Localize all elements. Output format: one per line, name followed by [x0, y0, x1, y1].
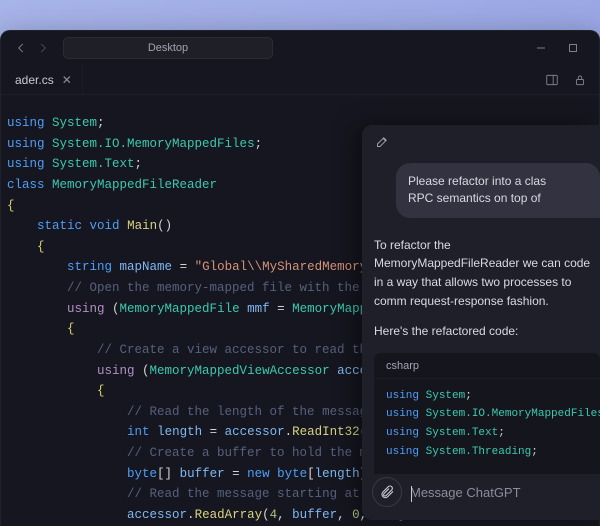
assistant-code-block: csharp using System; using System.IO.Mem… [374, 353, 600, 474]
attach-button[interactable] [372, 477, 402, 507]
text-caret [411, 486, 412, 502]
paperclip-icon [379, 484, 395, 500]
user-message-text: Please refactor into a clas RPC semantic… [408, 174, 546, 205]
assistant-message-1: To refactor the MemoryMappedFileReader w… [374, 236, 600, 310]
tab-active[interactable]: ader.cs ✕ [1, 65, 83, 94]
minimize-icon [535, 42, 547, 54]
lock-icon [573, 73, 587, 87]
lock-button[interactable] [569, 69, 591, 91]
window-minimize-button[interactable] [525, 36, 557, 60]
assistant-message-2: Here's the refactored code: [374, 322, 600, 341]
chat-body: Please refactor into a clas RPC semantic… [362, 157, 600, 474]
nav-forward-button[interactable] [33, 38, 53, 58]
maximize-icon [567, 42, 579, 54]
layout-panel-icon [545, 73, 559, 87]
location-label: Desktop [148, 42, 188, 54]
compose-icon [375, 134, 390, 149]
chat-header [362, 125, 600, 157]
back-arrow-icon [14, 41, 28, 55]
forward-arrow-icon [36, 41, 50, 55]
window-maximize-button[interactable] [557, 36, 589, 60]
chat-input-row [362, 474, 600, 520]
compose-button[interactable] [372, 131, 392, 151]
title-bar: Desktop [1, 31, 599, 65]
tab-close-button[interactable]: ✕ [62, 73, 72, 87]
nav-back-button[interactable] [11, 38, 31, 58]
chat-input[interactable] [410, 485, 590, 500]
assistant-code: using System; using System.IO.MemoryMapp… [374, 379, 600, 474]
tab-bar: ader.cs ✕ [1, 65, 599, 95]
chat-panel: Please refactor into a clas RPC semantic… [362, 125, 600, 520]
tab-label: ader.cs [15, 73, 54, 87]
location-pill[interactable]: Desktop [63, 37, 273, 59]
layout-panel-button[interactable] [541, 69, 563, 91]
user-message: Please refactor into a clas RPC semantic… [396, 163, 600, 218]
code-language-label: csharp [374, 353, 600, 379]
